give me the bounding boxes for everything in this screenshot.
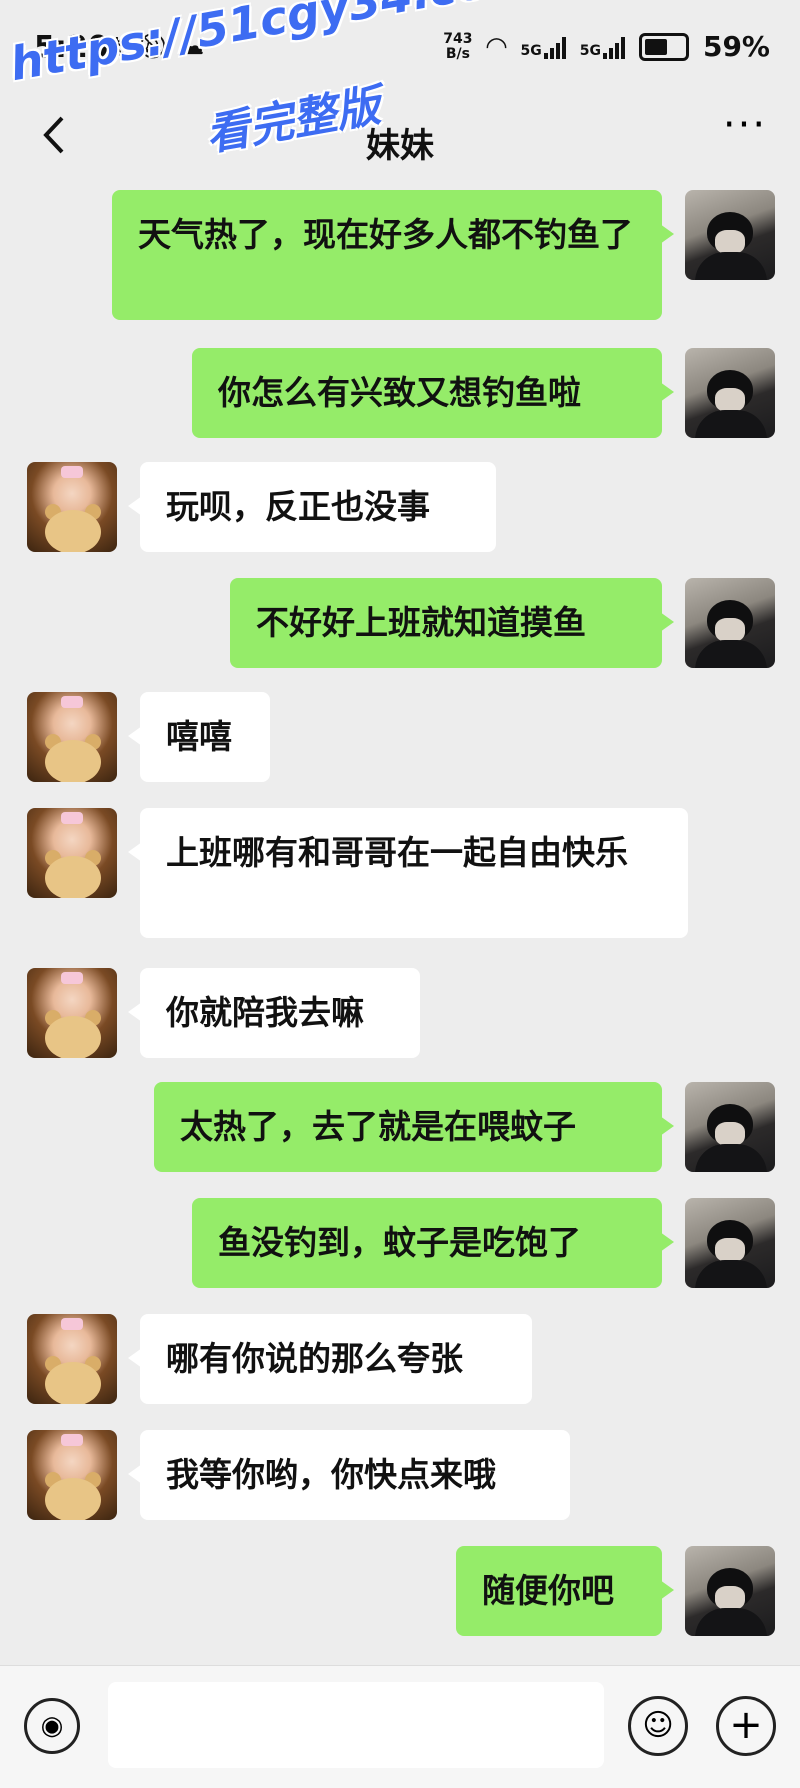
status-bar: 5:20 ⚷ 🔕︎ ☁ 743 B/s ◠ 5G 5G 59% [0, 0, 800, 100]
message-row: 你就陪我去嘛 [0, 968, 800, 1058]
message-row: 上班哪有和哥哥在一起自由快乐 [0, 808, 800, 938]
contact-avatar[interactable] [27, 462, 117, 552]
wifi-icon: ◠ [486, 31, 507, 62]
message-input[interactable] [108, 1682, 604, 1768]
battery-fill [644, 38, 667, 55]
my-avatar[interactable] [685, 190, 775, 280]
received-message-bubble[interactable]: 我等你哟，你快点来哦 [128, 1430, 570, 1520]
received-message-bubble[interactable]: 嘻嘻 [128, 692, 270, 782]
status-time: 5:20 [34, 30, 109, 65]
contact-avatar[interactable] [27, 1314, 117, 1404]
sent-message-bubble[interactable]: 不好好上班就知道摸鱼 [230, 578, 674, 668]
sent-message-bubble[interactable]: 太热了，去了就是在喂蚊子 [154, 1082, 674, 1172]
my-avatar[interactable] [685, 1546, 775, 1636]
battery-percent: 59% [702, 30, 770, 63]
key-icon: ⚷ [108, 32, 126, 60]
emoji-button[interactable]: ☺ [628, 1696, 688, 1756]
message-row: 哪有你说的那么夸张 [0, 1314, 800, 1404]
received-message-bubble[interactable]: 哪有你说的那么夸张 [128, 1314, 532, 1404]
contact-avatar[interactable] [27, 692, 117, 782]
signal-icon: 5G [521, 35, 566, 59]
bell-off-icon: 🔕︎ [137, 32, 169, 60]
input-bar: ◉ ☺ + [0, 1665, 800, 1788]
voice-button[interactable]: ◉ [24, 1698, 80, 1754]
emoji-icon: ☺ [642, 1708, 674, 1743]
message-row: 我等你哟，你快点来哦 [0, 1430, 800, 1520]
wechat-icon: ☁ [180, 32, 205, 60]
sent-message-bubble[interactable]: 随便你吧 [456, 1546, 674, 1636]
message-row: 不好好上班就知道摸鱼 [0, 578, 800, 668]
sent-message-bubble[interactable]: 鱼没钓到，蚊子是吃饱了 [192, 1198, 674, 1288]
message-row: 天气热了，现在好多人都不钓鱼了 [0, 190, 800, 320]
contact-avatar[interactable] [27, 808, 117, 898]
my-avatar[interactable] [685, 348, 775, 438]
received-message-bubble[interactable]: 玩呗，反正也没事 [128, 462, 496, 552]
contact-avatar[interactable] [27, 1430, 117, 1520]
my-avatar[interactable] [685, 1082, 775, 1172]
message-row: 嘻嘻 [0, 692, 800, 782]
signal-icon: 5G [580, 35, 625, 59]
more-button[interactable]: ··· [720, 105, 770, 160]
message-row: 随便你吧 [0, 1546, 800, 1636]
received-message-bubble[interactable]: 你就陪我去嘛 [128, 968, 420, 1058]
sent-message-bubble[interactable]: 你怎么有兴致又想钓鱼啦 [192, 348, 674, 438]
plus-button[interactable]: + [716, 1696, 776, 1756]
received-message-bubble[interactable]: 上班哪有和哥哥在一起自由快乐 [128, 808, 688, 938]
message-row: 玩呗，反正也没事 [0, 462, 800, 552]
plus-icon: + [729, 1702, 763, 1748]
message-row: 鱼没钓到，蚊子是吃饱了 [0, 1198, 800, 1288]
page-title: 妹妹 [366, 126, 434, 166]
net-speed: 743 B/s [443, 30, 473, 62]
contact-avatar[interactable] [27, 968, 117, 1058]
my-avatar[interactable] [685, 578, 775, 668]
chat-header: 妹妹 ··· [0, 100, 800, 180]
voice-icon: ◉ [40, 1711, 64, 1741]
battery-icon [638, 32, 689, 61]
sent-message-bubble[interactable]: 天气热了，现在好多人都不钓鱼了 [112, 190, 674, 320]
message-row: 你怎么有兴致又想钓鱼啦 [0, 348, 800, 438]
my-avatar[interactable] [685, 1198, 775, 1288]
message-row: 太热了，去了就是在喂蚊子 [0, 1082, 800, 1172]
